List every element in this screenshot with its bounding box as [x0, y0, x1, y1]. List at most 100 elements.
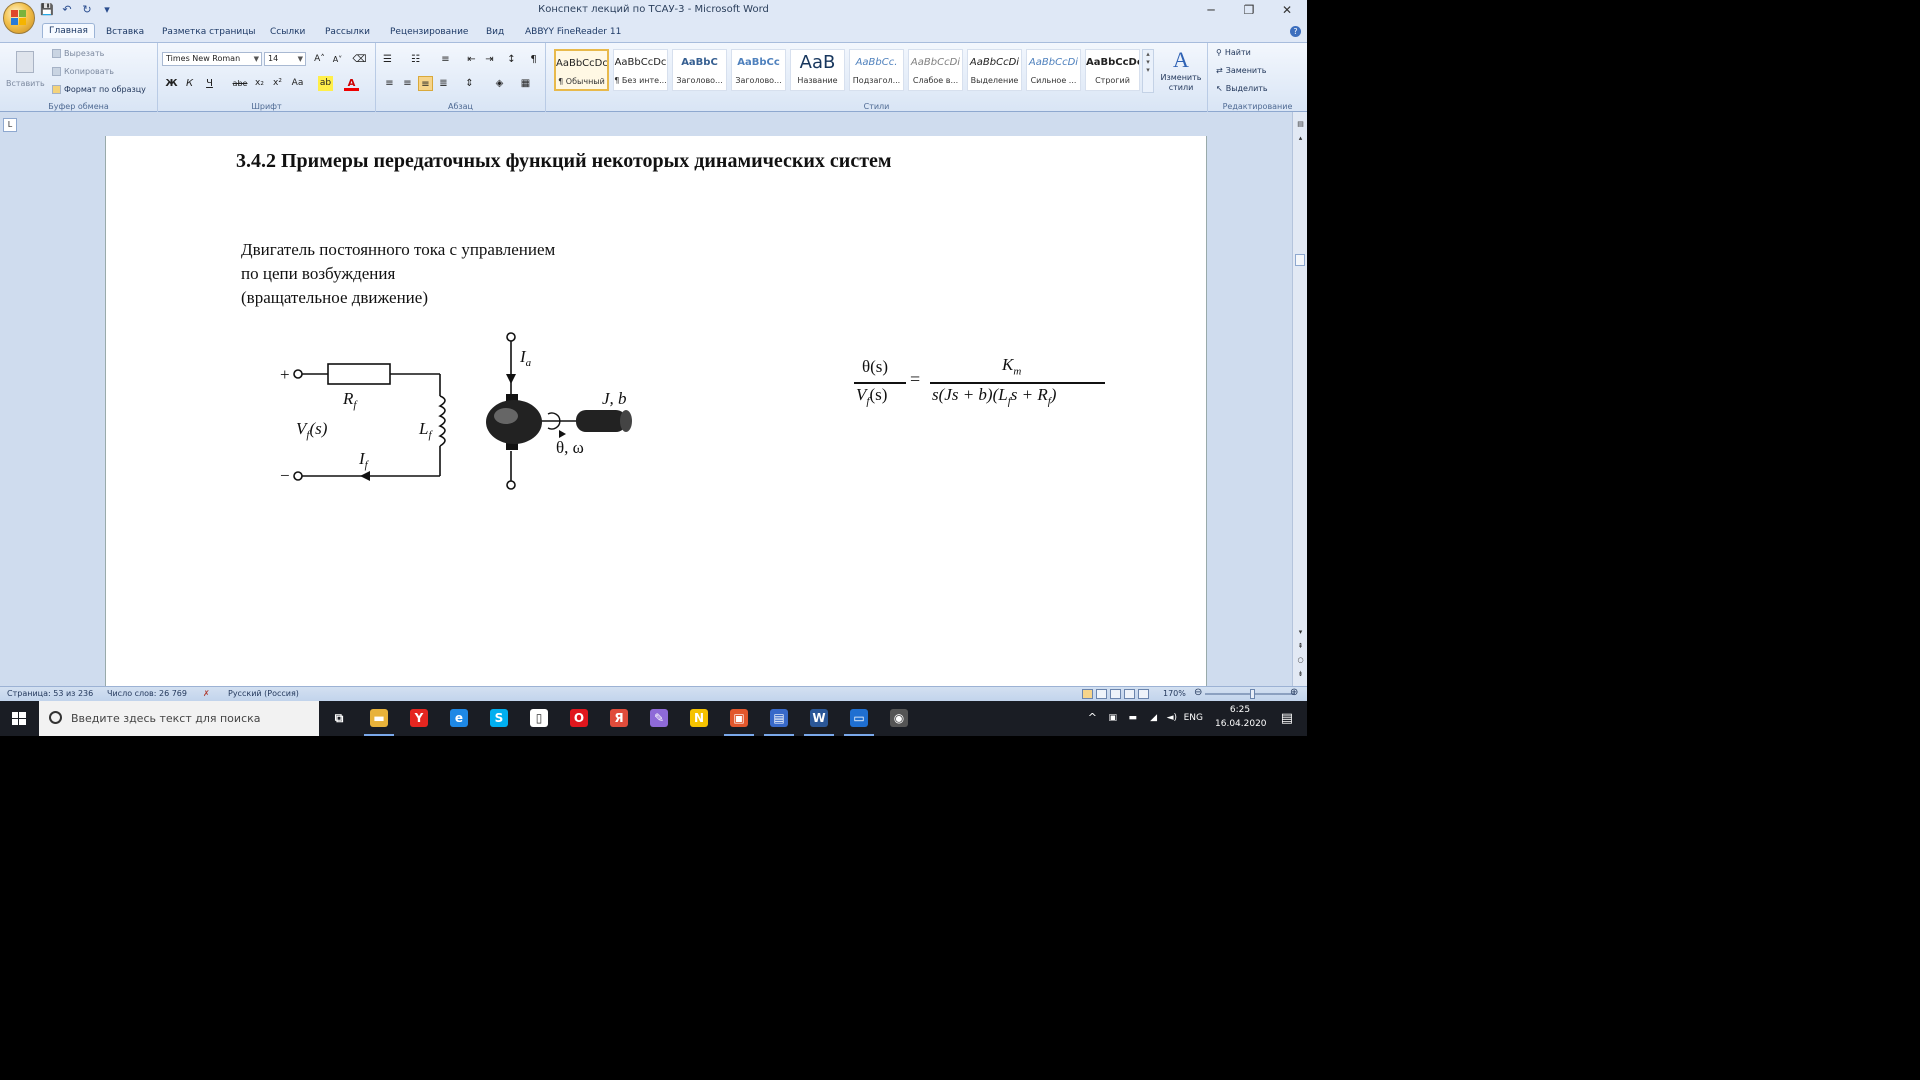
- ruler-toggle-icon[interactable]: ▤: [1296, 120, 1305, 129]
- norton-icon[interactable]: N: [690, 709, 708, 727]
- word-icon[interactable]: W: [810, 709, 828, 727]
- close-button[interactable]: ✕: [1275, 2, 1299, 18]
- copy-button[interactable]: Копировать: [52, 67, 114, 76]
- network-icon[interactable]: ◢: [1150, 713, 1157, 723]
- style-item[interactable]: AaB Название: [790, 49, 845, 91]
- superscript-button[interactable]: x²: [270, 76, 285, 91]
- full-screen-reading-icon[interactable]: [1096, 689, 1107, 699]
- style-item[interactable]: AaBbCcDc ¶ Без инте...: [613, 49, 668, 91]
- select-button[interactable]: ↖ Выделить: [1216, 84, 1268, 93]
- pen-icon[interactable]: ✎: [650, 709, 668, 727]
- opera-icon[interactable]: O: [570, 709, 588, 727]
- style-item[interactable]: AaBbC Заголово...: [672, 49, 727, 91]
- clock[interactable]: 6:25 16.04.2020: [1215, 705, 1267, 729]
- spellcheck-icon[interactable]: ✗: [203, 689, 210, 698]
- chevron-up-icon[interactable]: ^: [1088, 711, 1097, 724]
- task-view-icon[interactable]: ⧉: [330, 709, 348, 727]
- help-icon[interactable]: ?: [1290, 26, 1301, 37]
- tab-references[interactable]: Ссылки: [264, 25, 311, 39]
- font-color-button[interactable]: A: [344, 76, 359, 91]
- numbering-icon[interactable]: ☷: [408, 52, 423, 67]
- find-button[interactable]: ⚲ Найти: [1216, 48, 1251, 57]
- start-button[interactable]: [0, 701, 38, 736]
- strikethrough-button[interactable]: abe: [230, 76, 250, 91]
- vertical-scrollbar[interactable]: ▤ ▴ ▾ ⇞ ○ ⇟: [1292, 112, 1307, 686]
- draft-icon[interactable]: [1138, 689, 1149, 699]
- subscript-button[interactable]: x₂: [252, 76, 267, 91]
- save-app-icon[interactable]: ▤: [770, 709, 788, 727]
- file-explorer-icon[interactable]: ▬: [370, 709, 388, 727]
- zoom-slider-thumb[interactable]: [1250, 689, 1255, 699]
- bullets-icon[interactable]: ☰: [380, 52, 395, 67]
- replace-button[interactable]: ⇄ Заменить: [1216, 66, 1267, 75]
- justify-icon[interactable]: ≣: [436, 76, 451, 91]
- next-page-icon[interactable]: ⇟: [1296, 670, 1305, 679]
- decrease-indent-icon[interactable]: ⇤: [464, 52, 479, 67]
- select-browse-object-icon[interactable]: ○: [1296, 656, 1305, 665]
- taskbar-search-box[interactable]: Введите здесь текст для поиска: [39, 701, 319, 736]
- increase-indent-icon[interactable]: ⇥: [482, 52, 497, 67]
- line-spacing-icon[interactable]: ⇕: [462, 76, 477, 91]
- font-name-combo[interactable]: Times New Roman ▼: [162, 52, 262, 66]
- restore-button[interactable]: ❐: [1237, 2, 1261, 18]
- tab-page-layout[interactable]: Разметка страницы: [156, 25, 262, 39]
- format-painter-button[interactable]: Формат по образцу: [52, 85, 146, 94]
- pdf-icon[interactable]: ▣: [730, 709, 748, 727]
- align-right-icon[interactable]: ≡: [418, 76, 433, 91]
- highlight-button[interactable]: ab: [318, 76, 333, 91]
- style-item[interactable]: AaBbCcDc ¶ Обычный: [554, 49, 609, 91]
- font-size-combo[interactable]: 14 ▼: [264, 52, 306, 66]
- grow-font-button[interactable]: A˄: [312, 52, 327, 67]
- clear-format-button[interactable]: ⌫: [352, 52, 367, 67]
- style-item[interactable]: AaBbCcDc Строгий: [1085, 49, 1140, 91]
- zoom-in-icon[interactable]: ⊕: [1290, 687, 1298, 698]
- print-layout-icon[interactable]: [1082, 689, 1093, 699]
- yandex-browser-icon[interactable]: Y: [410, 709, 428, 727]
- obs-icon[interactable]: ◉: [890, 709, 908, 727]
- tab-view[interactable]: Вид: [480, 25, 510, 39]
- tab-review[interactable]: Рецензирование: [384, 25, 474, 39]
- bold-button[interactable]: Ж: [164, 76, 179, 91]
- underline-button[interactable]: Ч: [202, 76, 217, 91]
- zoom-level[interactable]: 170%: [1163, 689, 1186, 698]
- change-styles-button[interactable]: A Изменить стили: [1158, 47, 1204, 103]
- zoom-out-icon[interactable]: ⊖: [1194, 687, 1202, 698]
- document-icon[interactable]: ▯: [530, 709, 548, 727]
- word-count[interactable]: Число слов: 26 769: [107, 689, 187, 698]
- tab-selector-button[interactable]: L: [3, 118, 17, 132]
- language-switch[interactable]: ENG: [1184, 713, 1203, 723]
- scroll-up-icon[interactable]: ▴: [1296, 134, 1305, 143]
- shrink-font-button[interactable]: A˅: [330, 52, 345, 67]
- power-icon[interactable]: ▬: [1128, 713, 1137, 723]
- tab-abbyy[interactable]: ABBYY FineReader 11: [519, 25, 627, 39]
- cut-button[interactable]: Вырезать: [52, 49, 104, 58]
- style-item[interactable]: AaBbCcDi Сильное ...: [1026, 49, 1081, 91]
- sort-icon[interactable]: ↕: [504, 52, 519, 67]
- align-center-icon[interactable]: ≡: [400, 76, 415, 91]
- scroll-down-icon[interactable]: ▾: [1296, 628, 1305, 637]
- tab-insert[interactable]: Вставка: [100, 25, 150, 39]
- italic-button[interactable]: К: [182, 76, 197, 91]
- style-item[interactable]: AaBbCcDi Выделение: [967, 49, 1022, 91]
- style-item[interactable]: AaBbCcDi Слабое в...: [908, 49, 963, 91]
- minimize-button[interactable]: ─: [1199, 2, 1223, 18]
- monitor-app-icon[interactable]: ▭: [850, 709, 868, 727]
- edge-icon[interactable]: e: [450, 709, 468, 727]
- skype-icon[interactable]: S: [490, 709, 508, 727]
- tab-mailings[interactable]: Рассылки: [319, 25, 376, 39]
- scroll-thumb[interactable]: [1295, 254, 1305, 266]
- change-case-button[interactable]: Aa: [290, 76, 305, 91]
- language-indicator[interactable]: Русский (Россия): [228, 689, 299, 698]
- style-item[interactable]: AaBbCc Заголово...: [731, 49, 786, 91]
- volume-icon[interactable]: ◄): [1167, 713, 1177, 723]
- previous-page-icon[interactable]: ⇞: [1296, 642, 1305, 651]
- styles-scroll[interactable]: ▴ ▾ ▾: [1142, 49, 1154, 93]
- paste-button[interactable]: Вставить: [6, 49, 45, 93]
- style-item[interactable]: AaBbCc. Подзагол...: [849, 49, 904, 91]
- web-layout-icon[interactable]: [1110, 689, 1121, 699]
- office-button[interactable]: [3, 2, 35, 34]
- tab-home[interactable]: Главная: [42, 23, 95, 38]
- borders-icon[interactable]: ▦: [518, 76, 533, 91]
- pilcrow-icon[interactable]: ¶: [526, 52, 541, 67]
- notifications-icon[interactable]: ▤: [1281, 711, 1293, 726]
